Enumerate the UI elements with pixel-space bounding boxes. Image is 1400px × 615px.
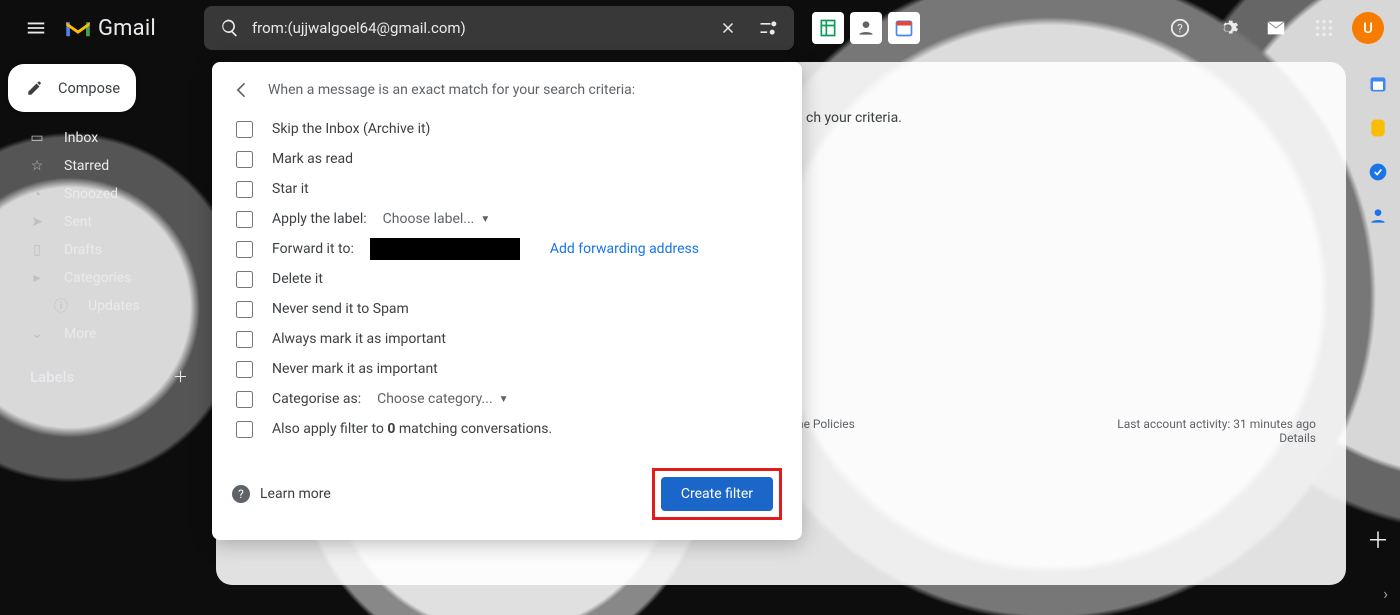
- send-icon: ➤: [28, 214, 46, 230]
- gmail-m-icon: [64, 17, 92, 39]
- nav-inbox[interactable]: ▭Inbox: [8, 124, 202, 152]
- opt-categorise[interactable]: Categorise as: Choose category...▼: [232, 384, 782, 414]
- rail-calendar-icon[interactable]: [1368, 74, 1388, 94]
- addon-contacts-icon[interactable]: [850, 12, 882, 44]
- checkbox-mark-read[interactable]: [236, 151, 253, 168]
- forward-address-redacted: [370, 238, 520, 260]
- account-avatar[interactable]: U: [1352, 12, 1384, 44]
- no-results-text: ch your criteria.: [806, 110, 902, 126]
- details-link[interactable]: Details: [1279, 431, 1316, 445]
- opt-apply-label[interactable]: Apply the label: Choose label...▼: [232, 204, 782, 234]
- chevron-down-icon: ⌄: [28, 326, 46, 342]
- opt-forward[interactable]: Forward it to: Add forwarding address: [232, 234, 782, 264]
- addon-chips: [812, 12, 920, 44]
- checkbox-star[interactable]: [236, 181, 253, 198]
- create-filter-button[interactable]: Create filter: [661, 477, 773, 511]
- learn-more-link[interactable]: ? Learn more: [232, 485, 331, 503]
- addon-calendar-icon[interactable]: [888, 12, 920, 44]
- caret-down-icon: ▼: [480, 214, 490, 225]
- caret-down-icon: ▼: [499, 394, 509, 405]
- rail-keep-icon[interactable]: [1368, 118, 1388, 138]
- checkbox-forward[interactable]: [236, 241, 253, 258]
- pencil-icon: [26, 79, 44, 97]
- opt-delete[interactable]: Delete it: [232, 264, 782, 294]
- clock-icon: ◔: [28, 186, 46, 203]
- compose-label: Compose: [58, 80, 120, 97]
- search-input[interactable]: [250, 18, 708, 38]
- labels-heading: Labels ＋: [8, 348, 202, 387]
- svg-text:?: ?: [1177, 22, 1183, 36]
- info-icon: ⓘ: [52, 296, 70, 316]
- addon-sheets-icon[interactable]: [812, 12, 844, 44]
- checkbox-apply-label[interactable]: [236, 211, 253, 228]
- support-icon[interactable]: ?: [1160, 8, 1200, 48]
- rail-collapse-icon[interactable]: ›: [1383, 584, 1388, 603]
- left-sidebar: Compose ▭Inbox ☆Starred ◔Snoozed ➤Sent ▯…: [0, 56, 210, 615]
- nav-categories[interactable]: ▸Categories: [8, 264, 202, 292]
- nav-drafts[interactable]: ▯Drafts: [8, 236, 202, 264]
- checkbox-never-important[interactable]: [236, 361, 253, 378]
- inbox-icon: ▭: [28, 130, 46, 146]
- file-icon: ▯: [28, 242, 46, 258]
- categories-icon: ▸: [28, 270, 46, 286]
- filter-popover: When a message is an exact match for you…: [212, 62, 802, 540]
- opt-skip-inbox[interactable]: Skip the Inbox (Archive it): [232, 114, 782, 144]
- notifications-icon[interactable]: [1256, 8, 1296, 48]
- filter-heading: When a message is an exact match for you…: [268, 82, 635, 98]
- opt-never-spam[interactable]: Never send it to Spam: [232, 294, 782, 324]
- clear-search-icon[interactable]: [708, 19, 748, 37]
- checkbox-also-apply[interactable]: [236, 421, 253, 438]
- checkbox-delete[interactable]: [236, 271, 253, 288]
- rail-contacts-icon[interactable]: [1368, 206, 1388, 226]
- star-icon: ☆: [28, 158, 46, 174]
- nav-more[interactable]: ⌄More: [8, 320, 202, 348]
- nav-snoozed[interactable]: ◔Snoozed: [8, 180, 202, 208]
- right-rail: ＋ ›: [1356, 56, 1400, 615]
- search-bar[interactable]: [204, 6, 794, 50]
- create-filter-highlight: Create filter: [652, 468, 782, 520]
- opt-mark-read[interactable]: Mark as read: [232, 144, 782, 174]
- checkbox-never-spam[interactable]: [236, 301, 253, 318]
- opt-also-apply[interactable]: Also apply filter to 0 matching conversa…: [232, 414, 782, 444]
- gmail-wordmark: Gmail: [98, 16, 156, 41]
- last-activity-text: Last account activity: 31 minutes ago: [1117, 417, 1316, 431]
- back-arrow-icon[interactable]: [232, 80, 252, 100]
- menu-icon[interactable]: [16, 8, 56, 48]
- search-icon: [210, 18, 250, 38]
- gmail-logo[interactable]: Gmail: [64, 16, 156, 41]
- help-icon: ?: [232, 485, 250, 503]
- nav-starred[interactable]: ☆Starred: [8, 152, 202, 180]
- checkbox-always-important[interactable]: [236, 331, 253, 348]
- label-select[interactable]: Choose label...▼: [383, 211, 491, 227]
- rail-add-icon[interactable]: ＋: [1367, 523, 1389, 555]
- compose-button[interactable]: Compose: [8, 64, 136, 112]
- nav-sent[interactable]: ➤Sent: [8, 208, 202, 236]
- rail-tasks-icon[interactable]: [1368, 162, 1388, 182]
- add-forwarding-link[interactable]: Add forwarding address: [550, 241, 699, 257]
- checkbox-skip-inbox[interactable]: [236, 121, 253, 138]
- opt-star[interactable]: Star it: [232, 174, 782, 204]
- opt-always-important[interactable]: Always mark it as important: [232, 324, 782, 354]
- nav-updates[interactable]: ⓘUpdates: [8, 292, 202, 320]
- checkbox-categorise[interactable]: [236, 391, 253, 408]
- search-options-icon[interactable]: [748, 18, 788, 38]
- category-select[interactable]: Choose category...▼: [377, 391, 508, 407]
- apps-icon[interactable]: [1304, 8, 1344, 48]
- opt-never-important[interactable]: Never mark it as important: [232, 354, 782, 384]
- app-header: Gmail ? U: [0, 0, 1400, 56]
- add-label-icon[interactable]: ＋: [173, 366, 188, 387]
- settings-icon[interactable]: [1208, 8, 1248, 48]
